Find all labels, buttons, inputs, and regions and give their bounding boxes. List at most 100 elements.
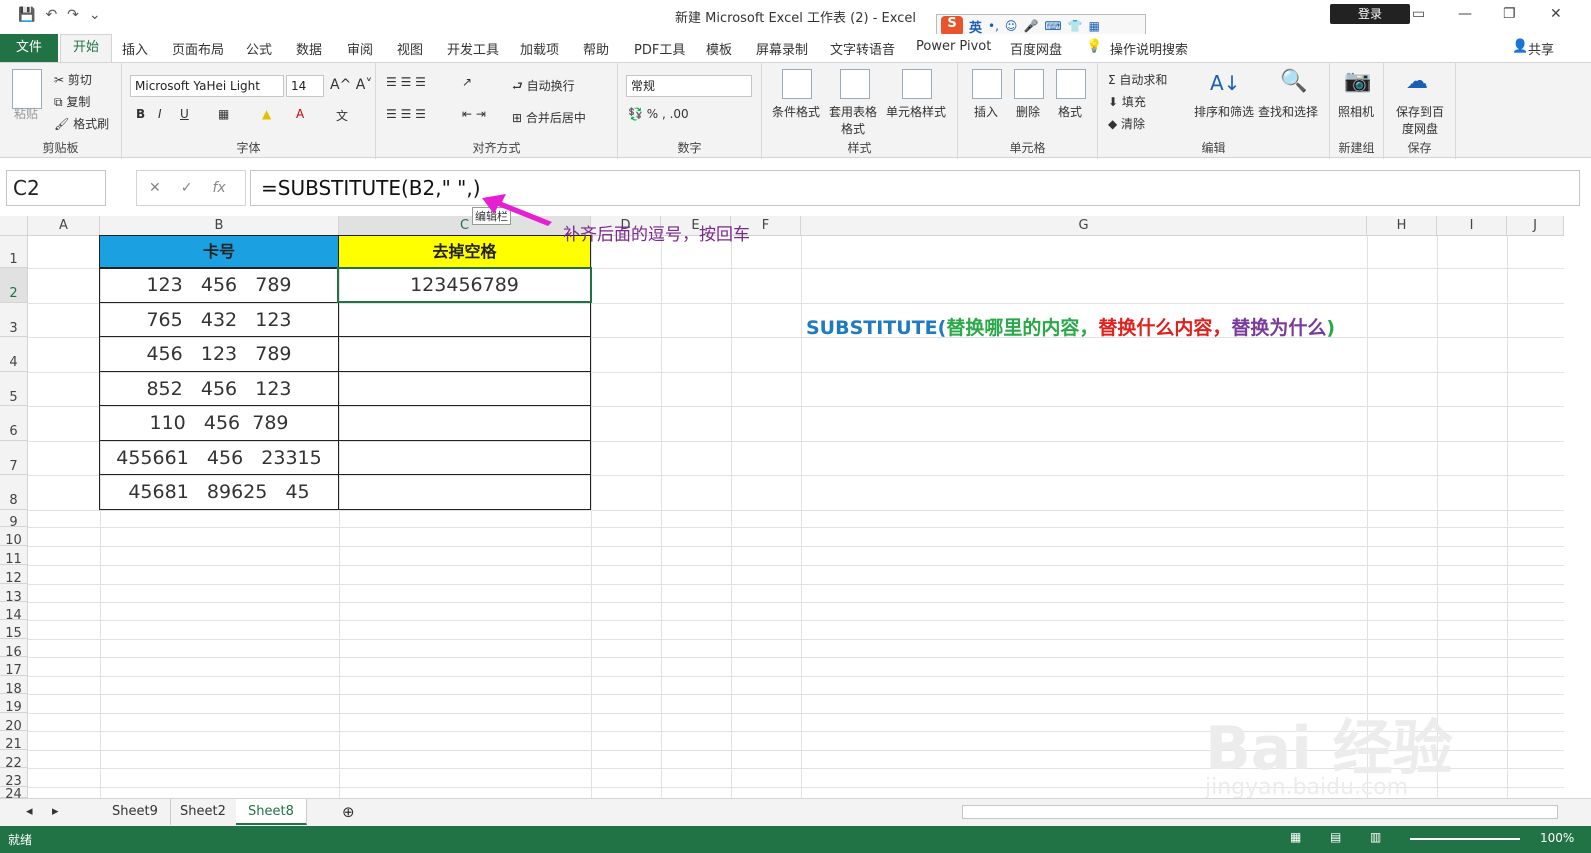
row-header[interactable]: 4 [0, 337, 28, 372]
baidu-cloud-icon[interactable]: ☁ [1406, 69, 1428, 94]
sheet-tab-sheet2[interactable]: Sheet2 [168, 799, 239, 825]
normal-view-icon[interactable]: ▦ [1290, 830, 1301, 844]
col-header-h[interactable]: H [1367, 216, 1437, 236]
row-header[interactable]: 24 [0, 787, 28, 802]
sheet-tab-sheet9[interactable]: Sheet9 [100, 799, 171, 825]
merge-center-button[interactable]: ⊞ 合并后居中 [512, 109, 586, 126]
minimize-icon[interactable]: — [1458, 6, 1472, 22]
keyboard-icon[interactable]: ⌨ [1044, 19, 1061, 33]
phonetic-icon[interactable]: 文 [336, 107, 348, 124]
horizontal-scrollbar[interactable] [962, 805, 1558, 819]
row-header[interactable]: 5 [0, 372, 28, 406]
bold-icon[interactable]: B [136, 107, 145, 121]
header-remove-space[interactable]: 去掉空格 [338, 235, 591, 269]
font-size-select[interactable]: 14 [286, 75, 324, 97]
find-select-label[interactable]: 查找和选择 [1258, 103, 1318, 120]
tab-formulas[interactable]: 公式 [246, 39, 272, 58]
page-break-icon[interactable]: ▥ [1370, 830, 1381, 844]
tab-page-layout[interactable]: 页面布局 [172, 39, 224, 58]
currency-icon[interactable]: 💱 % , .00 [628, 107, 689, 121]
border-icon[interactable]: ▦ [218, 107, 229, 121]
row-header[interactable]: 13 [0, 584, 28, 605]
camera-label[interactable]: 照相机 [1338, 103, 1374, 120]
format-table-label[interactable]: 套用表格格式 [828, 103, 878, 137]
row-header[interactable]: 20 [0, 713, 28, 734]
copy-button[interactable]: ⧉ 复制 [54, 93, 90, 110]
row-header[interactable]: 10 [0, 527, 28, 548]
align-top-icon[interactable]: ☰ ☰ ☰ [386, 75, 426, 89]
camera-icon[interactable]: 📷 [1344, 69, 1371, 94]
formula-input[interactable]: =SUBSTITUTE(B2," ",) [250, 170, 1580, 206]
mic-icon[interactable]: 🎤 [1023, 19, 1038, 33]
tab-screen-record[interactable]: 屏幕录制 [756, 39, 808, 58]
format-table-icon[interactable] [840, 69, 870, 99]
table-cell-result[interactable] [338, 336, 591, 372]
row-header[interactable]: 16 [0, 639, 28, 660]
ribbon-display-icon[interactable]: ▭ [1412, 6, 1425, 22]
sheet-next-icon[interactable]: ▸ [40, 799, 71, 825]
row-header[interactable]: 3 [0, 303, 28, 337]
table-cell-card[interactable]: 455661 456 23315 [99, 440, 339, 475]
table-cell-result[interactable] [338, 405, 591, 441]
row-header[interactable]: 21 [0, 731, 28, 752]
cell-styles-icon[interactable] [902, 69, 932, 99]
table-cell-result[interactable] [338, 371, 591, 406]
selected-cell-c2[interactable] [337, 267, 592, 303]
row-header[interactable]: 14 [0, 602, 28, 623]
delete-cells-label[interactable]: 删除 [1016, 103, 1040, 120]
zoom-slider[interactable] [1410, 838, 1520, 840]
table-cell-card[interactable]: 45681 89625 45 [99, 474, 339, 510]
number-format-select[interactable]: 常规 [626, 75, 752, 97]
header-card-number[interactable]: 卡号 [99, 235, 339, 269]
fill-color-icon[interactable]: ▲ [262, 107, 271, 121]
tab-power-pivot[interactable]: Power Pivot [916, 39, 991, 54]
font-color-icon[interactable]: A [296, 107, 304, 121]
save-baidu-label[interactable]: 保存到百度网盘 [1394, 103, 1446, 137]
autosum-button[interactable]: Σ 自动求和 [1108, 71, 1167, 88]
ime-lang[interactable]: 英 [969, 17, 982, 36]
login-button[interactable]: 登录 [1330, 4, 1410, 24]
punctuation-icon[interactable]: •, [988, 19, 999, 33]
row-header[interactable]: 7 [0, 441, 28, 475]
tab-home[interactable]: 开始 [60, 34, 113, 62]
row-header[interactable]: 9 [0, 510, 28, 530]
table-cell-card[interactable]: 765 432 123 [99, 302, 339, 337]
sheet-tab-sheet8[interactable]: Sheet8 [236, 799, 307, 825]
table-cell-card[interactable]: 123 456 789 [99, 267, 339, 303]
table-cell-card[interactable]: 110 456 789 [99, 405, 339, 441]
table-cell-card[interactable]: 456 123 789 [99, 336, 339, 372]
sogou-icon[interactable]: S [941, 16, 963, 36]
indent-icon[interactable]: ⇤ ⇥ [462, 107, 486, 121]
table-cell-result[interactable] [338, 440, 591, 475]
table-cell-card[interactable]: 852 456 123 [99, 371, 339, 406]
tab-help[interactable]: 帮助 [583, 39, 609, 58]
clear-button[interactable]: ◆ 清除 [1108, 115, 1145, 132]
delete-cells-icon[interactable] [1014, 69, 1044, 99]
fill-button[interactable]: ⬇ 填充 [1108, 93, 1146, 110]
tab-data[interactable]: 数据 [296, 39, 322, 58]
grid-icon[interactable]: ▦ [1089, 19, 1100, 33]
conditional-format-icon[interactable] [782, 69, 812, 99]
row-header[interactable]: 17 [0, 657, 28, 678]
wrap-text-button[interactable]: ⮐ 自动换行 [512, 77, 575, 98]
tab-addins[interactable]: 加载项 [520, 39, 559, 58]
align-left-icon[interactable]: ☰ ☰ ☰ [386, 107, 426, 121]
conditional-format-label[interactable]: 条件格式 [772, 103, 820, 120]
cut-button[interactable]: ✂ 剪切 [54, 71, 92, 88]
page-layout-icon[interactable]: ▤ [1330, 830, 1341, 844]
confirm-icon[interactable]: ✓ [181, 171, 193, 205]
italic-icon[interactable]: I [158, 107, 162, 121]
emoji-icon[interactable]: ☺ [1005, 19, 1018, 33]
sort-filter-label[interactable]: 排序和筛选 [1194, 103, 1254, 120]
tab-baidu-netdisk[interactable]: 百度网盘 [1010, 39, 1062, 58]
row-header[interactable]: 12 [0, 565, 28, 586]
row-header[interactable]: 6 [0, 406, 28, 441]
table-cell-result[interactable] [338, 302, 591, 337]
row-header[interactable]: 2 [0, 268, 28, 303]
underline-icon[interactable]: U [180, 107, 189, 121]
insert-function-icon[interactable]: fx [212, 171, 225, 205]
row-header[interactable]: 15 [0, 620, 28, 641]
insert-cells-icon[interactable] [972, 69, 1002, 99]
cancel-icon[interactable]: ✕ [149, 171, 161, 205]
tab-tts[interactable]: 文字转语音 [830, 39, 895, 58]
